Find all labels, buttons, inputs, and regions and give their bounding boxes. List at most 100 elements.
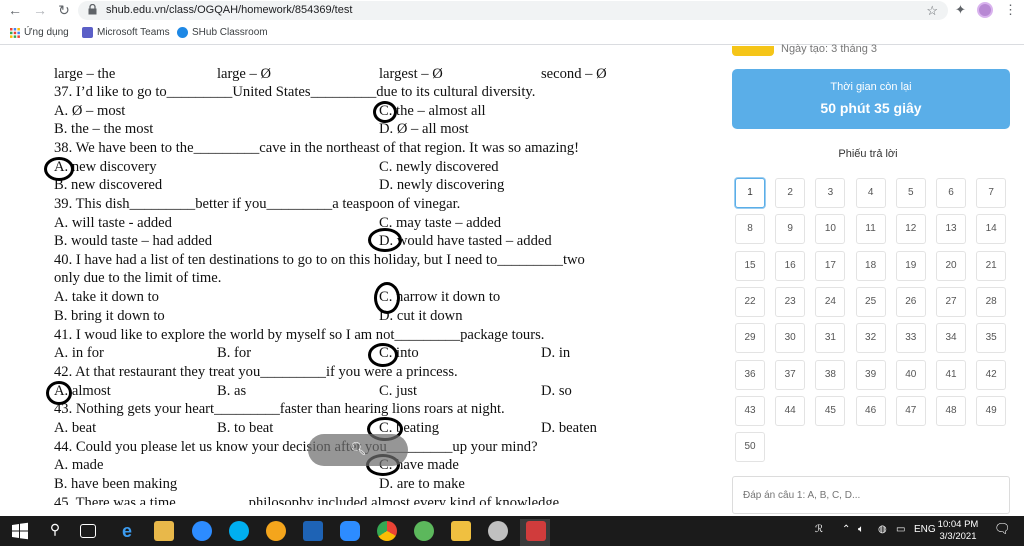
network-icon[interactable]: ◍ — [878, 524, 887, 535]
question-number-button[interactable]: 1 — [735, 178, 765, 208]
question-number-button[interactable]: 33 — [895, 323, 926, 354]
question-number-button[interactable]: 10 — [815, 214, 846, 245]
timer-value: 50 phút 35 giây — [820, 100, 922, 116]
question-number-button[interactable]: 5 — [895, 178, 926, 208]
question-number-button[interactable]: 39 — [855, 359, 886, 390]
question-number-button[interactable]: 19 — [895, 250, 926, 281]
question-number-button[interactable]: 42 — [976, 359, 1007, 390]
answer-circle-mark — [368, 228, 402, 252]
app-gray-icon[interactable] — [488, 521, 508, 541]
worksheet-line: second – Ø — [541, 66, 607, 82]
edge-icon[interactable]: e — [117, 521, 137, 541]
question-number-button[interactable]: 50 — [735, 432, 765, 463]
volume-icon[interactable]: 🔈︎ — [858, 524, 864, 535]
bookmark-label: Ứng dụng — [24, 27, 69, 38]
question-number-button[interactable]: 29 — [735, 323, 765, 354]
question-number-button[interactable]: 30 — [775, 323, 806, 354]
question-number-button[interactable]: 9 — [775, 214, 806, 245]
zoom-icon[interactable] — [340, 521, 360, 541]
question-number-button[interactable]: 46 — [855, 395, 886, 426]
question-number-button[interactable]: 16 — [775, 250, 806, 281]
taskbar: ⚲ e ℛ ⌃ 🔈︎ ◍ ▭ ENG 10:04 PM 3/3/2021 🗨︎ — [0, 516, 1024, 546]
question-number-button[interactable]: 14 — [976, 214, 1007, 245]
shub-icon — [177, 27, 188, 38]
question-number-button[interactable]: 13 — [936, 214, 966, 245]
question-number-button[interactable]: 44 — [775, 395, 806, 426]
question-number-button[interactable]: 24 — [815, 286, 846, 317]
windows-start-icon[interactable] — [10, 521, 30, 541]
zalo-icon[interactable] — [192, 521, 212, 541]
worksheet-line: 40. I have had a list of ten destination… — [54, 252, 585, 268]
question-number-button[interactable]: 18 — [855, 250, 886, 281]
question-number-button[interactable]: 32 — [855, 323, 886, 354]
question-number-button[interactable]: 17 — [815, 250, 846, 281]
question-number-button[interactable]: 43 — [735, 395, 765, 426]
bookmark-shub[interactable]: SHub Classroom — [177, 27, 268, 38]
teams-icon — [82, 27, 93, 38]
question-number-button[interactable]: 20 — [936, 250, 966, 281]
bookmark-star-icon[interactable]: ☆ — [926, 3, 938, 19]
viber-icon[interactable] — [266, 521, 286, 541]
worksheet-line: 39. This dish_________better if you_____… — [54, 196, 461, 212]
question-number-button[interactable]: 12 — [895, 214, 926, 245]
question-number-button[interactable]: 41 — [936, 359, 966, 390]
people-icon[interactable]: ℛ — [815, 524, 823, 535]
tray-chevron-icon[interactable]: ⌃ — [842, 524, 850, 535]
question-number-button[interactable]: 21 — [976, 250, 1007, 281]
notifications-icon[interactable]: 🗨︎ — [994, 521, 1011, 537]
question-number-button[interactable]: 4 — [855, 178, 886, 208]
forward-icon[interactable]: → — [31, 1, 49, 19]
chrome-icon[interactable] — [377, 521, 397, 541]
reload-icon[interactable]: ↻ — [55, 1, 73, 19]
extensions-icon[interactable]: ✦ — [955, 2, 966, 18]
question-number-button[interactable]: 40 — [895, 359, 926, 390]
folder-icon[interactable] — [451, 521, 471, 541]
question-number-button[interactable]: 36 — [735, 359, 765, 390]
search-icon[interactable]: ⚲ — [45, 521, 65, 541]
worksheet-line: B. the – the most — [54, 121, 154, 137]
worksheet-line: C. just — [379, 383, 418, 399]
question-number-button[interactable]: 22 — [735, 286, 765, 317]
language-indicator[interactable]: ENG — [914, 524, 936, 535]
system-clock[interactable]: 10:04 PM 3/3/2021 — [934, 519, 982, 543]
question-number-button[interactable]: 31 — [815, 323, 846, 354]
menu-kebab-icon[interactable]: ⋮ — [1004, 2, 1017, 18]
battery-icon[interactable]: ▭ — [896, 524, 905, 535]
question-number-button[interactable]: 28 — [976, 286, 1007, 317]
answer-input-box[interactable] — [732, 476, 1010, 514]
question-number-button[interactable]: 23 — [775, 286, 806, 317]
question-number-button[interactable]: 48 — [936, 395, 966, 426]
floating-search-pill[interactable]: 🔍︎ — [308, 434, 408, 466]
question-number-button[interactable]: 49 — [976, 395, 1007, 426]
question-number-button[interactable]: 45 — [815, 395, 846, 426]
question-number-button[interactable]: 27 — [936, 286, 966, 317]
question-number-button[interactable]: 26 — [895, 286, 926, 317]
question-number-button[interactable]: 38 — [815, 359, 846, 390]
question-number-button[interactable]: 35 — [976, 323, 1007, 354]
question-number-button[interactable]: 25 — [855, 286, 886, 317]
skype-icon[interactable] — [229, 521, 249, 541]
question-number-button[interactable]: 6 — [936, 178, 966, 208]
question-number-button[interactable]: 2 — [775, 178, 806, 208]
bookmark-teams[interactable]: Microsoft Teams — [82, 27, 170, 38]
question-number-button[interactable]: 7 — [976, 178, 1007, 208]
question-number-button[interactable]: 47 — [895, 395, 926, 426]
question-number-button[interactable]: 11 — [855, 214, 886, 245]
app-green-icon[interactable] — [414, 521, 434, 541]
active-app-icon[interactable] — [526, 521, 546, 541]
task-view-icon[interactable] — [80, 524, 96, 538]
question-number-button[interactable]: 15 — [735, 250, 765, 281]
question-number-button[interactable]: 8 — [735, 214, 765, 245]
question-number-button[interactable]: 34 — [936, 323, 966, 354]
file-explorer-icon[interactable] — [154, 521, 174, 541]
bookmark-label: SHub Classroom — [192, 27, 268, 38]
question-number-button[interactable]: 37 — [775, 359, 806, 390]
back-icon[interactable]: ← — [6, 1, 24, 19]
bookmark-apps[interactable]: Ứng dụng — [10, 27, 69, 38]
question-number-button[interactable]: 3 — [815, 178, 846, 208]
answer-circle-mark — [373, 101, 397, 123]
address-bar[interactable]: shub.edu.vn/class/OGQAH/homework/854369/… — [78, 1, 948, 20]
mail-icon[interactable] — [303, 521, 323, 541]
answer-input[interactable] — [733, 477, 1009, 513]
avatar[interactable] — [977, 2, 993, 18]
